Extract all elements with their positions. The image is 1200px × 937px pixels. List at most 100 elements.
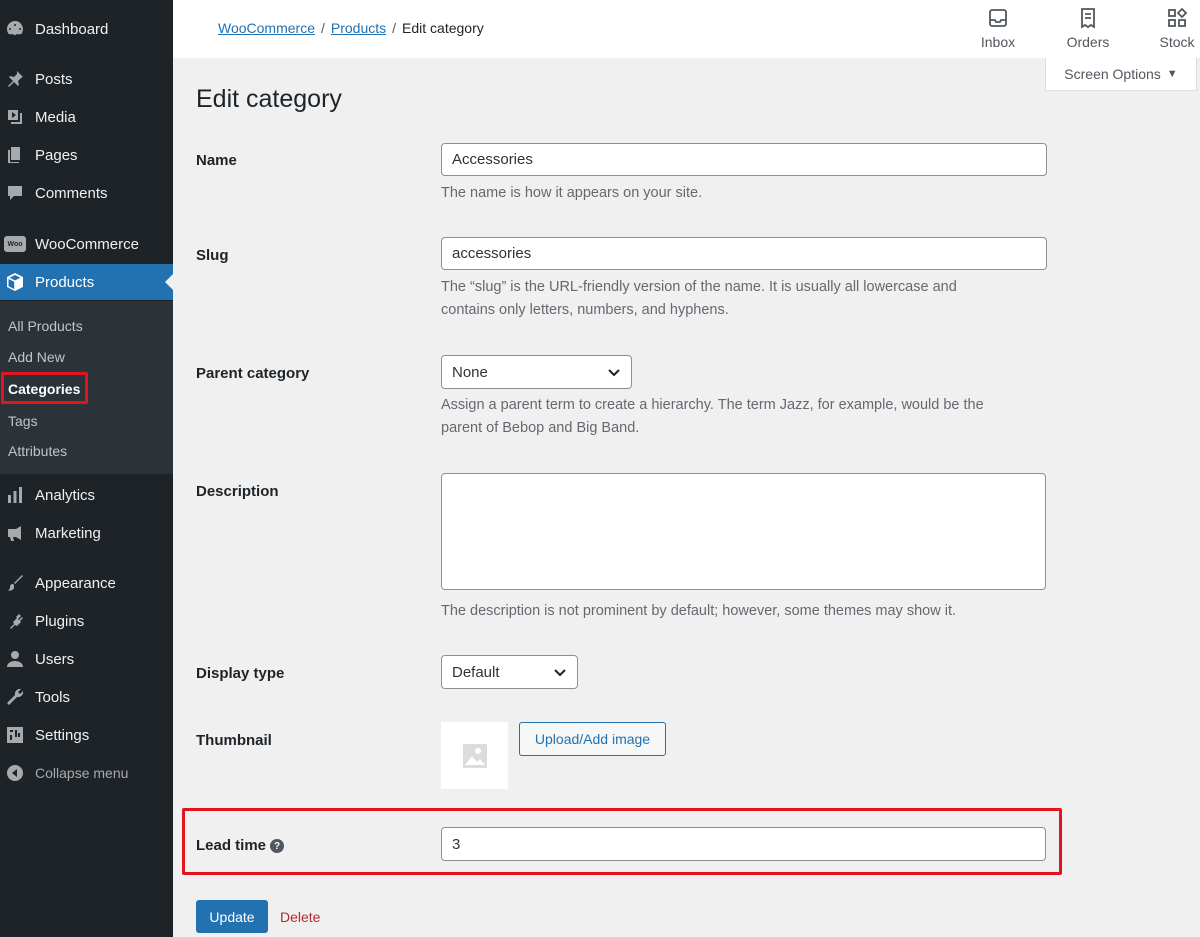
menu-settings[interactable]: Settings	[0, 717, 173, 753]
image-placeholder-icon	[462, 743, 487, 768]
menu-label: Settings	[35, 726, 90, 744]
media-icon	[4, 107, 26, 127]
menu-label: Analytics	[35, 486, 96, 504]
slug-label: Slug	[196, 247, 229, 264]
menu-users[interactable]: Users	[0, 641, 173, 677]
thumbnail-preview	[441, 722, 508, 789]
menu-label: WooCommerce	[35, 235, 139, 253]
menu-label: Media	[35, 108, 76, 126]
breadcrumb-products[interactable]: Products	[331, 20, 386, 36]
stock-button[interactable]: Stock	[1158, 6, 1196, 50]
help-icon[interactable]: ?	[270, 839, 285, 854]
breadcrumb-woocommerce[interactable]: WooCommerce	[218, 20, 315, 36]
menu-label: Tools	[35, 688, 71, 706]
name-label: Name	[196, 152, 237, 169]
menu-label: Appearance	[35, 574, 116, 592]
stock-icon	[1168, 7, 1188, 27]
parent-category-select[interactable]: None	[441, 355, 632, 389]
submenu-add-new[interactable]: Add New	[8, 349, 65, 365]
orders-icon	[1081, 8, 1095, 29]
categories-highlight	[1, 372, 88, 404]
lead-time-label-text: Lead time	[196, 837, 267, 854]
menu-label: Products	[35, 273, 95, 291]
display-type-value: Default	[452, 663, 500, 681]
woo-icon: Woo	[4, 234, 26, 254]
menu-label: Plugins	[35, 612, 85, 630]
menu-media[interactable]: Media	[0, 99, 173, 135]
pages-icon	[4, 145, 26, 165]
orders-label: Orders	[1066, 34, 1110, 50]
screen-options-label: Screen Options	[1064, 66, 1161, 82]
menu-appearance[interactable]: Appearance	[0, 565, 173, 601]
lead-time-input[interactable]: 3	[441, 827, 1046, 861]
description-label: Description	[196, 483, 279, 500]
menu-label: Users	[35, 650, 75, 668]
menu-woocommerce[interactable]: Woo WooCommerce	[0, 226, 173, 262]
submenu-all-products[interactable]: All Products	[8, 318, 83, 334]
menu-label: Pages	[35, 146, 78, 164]
menu-posts[interactable]: Posts	[0, 61, 173, 97]
display-type-label: Display type	[196, 665, 285, 682]
submenu-tags[interactable]: Tags	[8, 413, 38, 429]
menu-analytics[interactable]: Analytics	[0, 477, 173, 513]
stock-label: Stock	[1159, 34, 1195, 50]
inbox-label: Inbox	[980, 34, 1016, 50]
breadcrumb-separator: /	[392, 20, 397, 36]
inbox-icon	[989, 9, 1007, 27]
slug-input[interactable]: accessories	[441, 237, 1047, 270]
menu-label: Posts	[35, 70, 73, 88]
name-input[interactable]: Accessories	[441, 143, 1047, 176]
submenu-attributes[interactable]: Attributes	[8, 443, 67, 459]
megaphone-icon	[4, 523, 26, 543]
parent-category-value: None	[452, 363, 488, 381]
menu-label: Marketing	[35, 524, 101, 542]
menu-products[interactable]: Products	[0, 264, 173, 300]
description-help: The description is not prominent by defa…	[441, 603, 956, 619]
collapse-icon	[4, 763, 26, 783]
update-button[interactable]: Update	[196, 900, 268, 933]
delete-link[interactable]: Delete	[280, 909, 320, 925]
lead-time-label: Lead time?	[196, 837, 285, 854]
admin-sidebar: Dashboard Posts Media Pages Comments Woo…	[0, 0, 173, 937]
upload-image-button[interactable]: Upload/Add image	[519, 722, 666, 756]
menu-tools[interactable]: Tools	[0, 679, 173, 715]
menu-dashboard[interactable]: Dashboard	[0, 11, 173, 47]
screen-options-button[interactable]: Screen Options ▼	[1045, 58, 1197, 91]
slug-help-line2: contains only letters, numbers, and hyph…	[441, 302, 729, 318]
name-help: The name is how it appears on your site.	[441, 185, 703, 201]
menu-label: Collapse menu	[35, 765, 129, 781]
parent-help-line1: Assign a parent term to create a hierarc…	[441, 397, 984, 413]
chart-icon	[4, 485, 26, 505]
thumbnail-label: Thumbnail	[196, 732, 272, 749]
comment-icon	[4, 183, 26, 203]
collapse-menu-button[interactable]: Collapse menu	[0, 755, 173, 791]
slug-help-line1: The “slug” is the URL-friendly version o…	[441, 279, 957, 295]
inbox-button[interactable]: Inbox	[979, 6, 1017, 50]
pin-icon	[4, 69, 26, 89]
wrench-icon	[4, 687, 26, 707]
description-textarea[interactable]	[441, 473, 1046, 590]
dashboard-icon	[4, 19, 26, 39]
breadcrumb: WooCommerce / Products / Edit category	[218, 20, 484, 36]
display-type-select[interactable]: Default	[441, 655, 578, 689]
breadcrumb-current: Edit category	[402, 20, 484, 36]
page-title: Edit category	[196, 85, 342, 113]
menu-comments[interactable]: Comments	[0, 175, 173, 211]
header-bar: WooCommerce / Products / Edit category Inbox…	[173, 0, 1200, 58]
box-icon	[4, 272, 26, 292]
settings-icon	[4, 725, 26, 745]
menu-plugins[interactable]: Plugins	[0, 603, 173, 639]
menu-marketing[interactable]: Marketing	[0, 515, 173, 551]
orders-button[interactable]: Orders	[1065, 6, 1111, 50]
chevron-down-icon	[554, 669, 566, 677]
chevron-down-icon	[608, 369, 620, 377]
menu-label: Comments	[35, 184, 108, 202]
user-icon	[4, 649, 26, 669]
brush-icon	[4, 573, 26, 593]
menu-pages[interactable]: Pages	[0, 137, 173, 173]
plug-icon	[4, 611, 26, 631]
caret-down-icon: ▼	[1166, 68, 1178, 80]
breadcrumb-separator: /	[321, 20, 325, 36]
parent-help-line2: parent of Bebop and Big Band.	[441, 420, 640, 436]
parent-category-label: Parent category	[196, 365, 310, 382]
